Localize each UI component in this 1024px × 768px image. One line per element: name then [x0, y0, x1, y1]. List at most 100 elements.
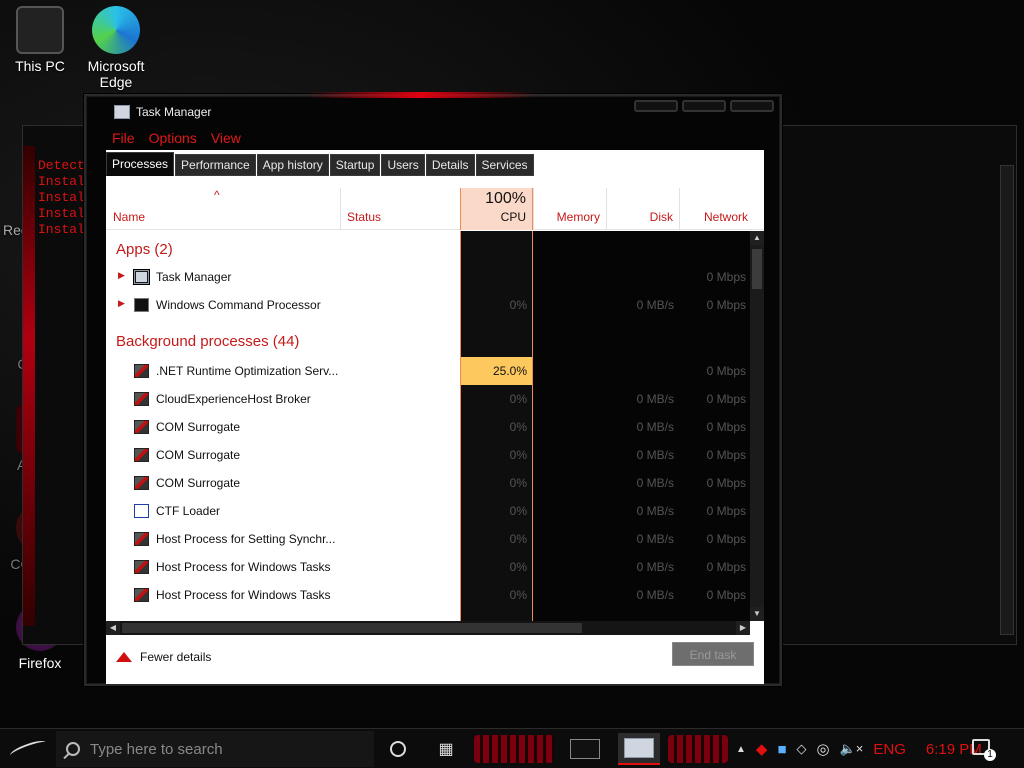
- menu-file[interactable]: File: [112, 130, 135, 146]
- disk-value: 0 MB/s: [636, 448, 674, 462]
- scroll-left-icon[interactable]: ◀: [106, 621, 120, 635]
- volume-muted-icon[interactable]: 🔈×: [840, 741, 864, 757]
- footer: Fewer details End task: [106, 636, 764, 684]
- console-line: Instal: [38, 174, 85, 189]
- network-value: 0 Mbps: [706, 298, 746, 312]
- column-status[interactable]: Status: [340, 188, 460, 230]
- console-scrollbar[interactable]: [1000, 165, 1014, 635]
- console-line: Instal: [38, 222, 85, 237]
- expand-icon[interactable]: ▶: [118, 270, 125, 281]
- maximize-button[interactable]: [682, 100, 726, 112]
- column-name[interactable]: Name: [106, 188, 340, 230]
- task-view-icon: ▦: [438, 741, 454, 758]
- end-task-button[interactable]: End task: [672, 642, 754, 666]
- desktop-icon-label: Firefox: [18, 655, 62, 671]
- chevron-up-icon[interactable]: ▲: [736, 744, 746, 755]
- column-label: Memory: [556, 210, 600, 224]
- table-row[interactable]: COM Surrogate 0% 0 MB/s 0 Mbps: [106, 413, 750, 441]
- table-row[interactable]: Host Process for Windows Tasks 0% 0 MB/s…: [106, 581, 750, 609]
- ctf-loader-icon: [134, 504, 149, 518]
- desktop-icon-this-pc[interactable]: This PC: [0, 6, 80, 74]
- tab-processes[interactable]: Processes: [106, 152, 175, 176]
- cpu-value: 0%: [509, 504, 527, 518]
- language-indicator[interactable]: ENG: [873, 741, 906, 758]
- start-button[interactable]: [0, 729, 56, 768]
- network-value: 0 Mbps: [706, 504, 746, 518]
- table-row[interactable]: CloudExperienceHost Broker 0% 0 MB/s 0 M…: [106, 385, 750, 413]
- cpu-value: 25.0%: [492, 364, 527, 378]
- desktop-icon-label: Microsoft Edge: [87, 58, 145, 90]
- menu-options[interactable]: Options: [149, 130, 197, 146]
- disk-value: 0 MB/s: [636, 504, 674, 518]
- processes-panel: ^ Name Status 100% CPU Memory Disk Netwo…: [106, 176, 764, 684]
- console-line: Instal: [38, 190, 85, 205]
- horizontal-scrollbar[interactable]: ◀ ▶: [106, 621, 750, 635]
- task-manager-window[interactable]: Task Manager File Options View Processes…: [84, 92, 782, 686]
- network-globe-icon[interactable]: ◎: [817, 740, 830, 758]
- tab-performance[interactable]: Performance: [175, 154, 256, 176]
- search-box[interactable]: Type here to search: [56, 731, 374, 767]
- menu-view[interactable]: View: [211, 130, 241, 146]
- network-value: 0 Mbps: [706, 420, 746, 434]
- scroll-thumb[interactable]: [122, 623, 582, 633]
- disk-value: 0 MB/s: [636, 420, 674, 434]
- table-row[interactable]: Host Process for Windows Tasks 0% 0 MB/s…: [106, 553, 750, 581]
- column-network[interactable]: Network: [679, 188, 752, 230]
- network-value: 0 Mbps: [706, 532, 746, 546]
- cortana-icon: [390, 741, 406, 757]
- cpu-value: 0%: [509, 560, 527, 574]
- taskbar-app-command-prompt[interactable]: [564, 733, 606, 765]
- minimize-button[interactable]: [634, 100, 678, 112]
- table-row[interactable]: COM Surrogate 0% 0 MB/s 0 Mbps: [106, 441, 750, 469]
- tab-app-history[interactable]: App history: [256, 154, 329, 176]
- scroll-thumb[interactable]: [752, 249, 762, 289]
- column-memory[interactable]: Memory: [533, 188, 606, 230]
- process-list: Apps (2) ▶ Task Manager 0 Mbps ▶ Windows…: [106, 231, 750, 621]
- rog-icon[interactable]: ◆: [756, 740, 768, 758]
- process-icon: [134, 532, 149, 546]
- tab-services[interactable]: Services: [475, 154, 534, 176]
- console-line: Instal: [38, 206, 85, 221]
- process-name: Host Process for Setting Synchr...: [156, 532, 336, 546]
- process-name: Task Manager: [156, 270, 232, 284]
- process-name: COM Surrogate: [156, 476, 241, 490]
- task-view-button[interactable]: ▦: [428, 729, 464, 768]
- scroll-up-icon[interactable]: ▲: [750, 231, 764, 245]
- tab-users[interactable]: Users: [381, 154, 425, 176]
- menu-bar: File Options View: [106, 128, 764, 148]
- process-icon: [134, 364, 149, 378]
- title-bar[interactable]: Task Manager: [114, 102, 211, 122]
- network-value: 0 Mbps: [706, 476, 746, 490]
- tab-startup[interactable]: Startup: [329, 154, 381, 176]
- column-cpu[interactable]: 100% CPU: [460, 188, 533, 230]
- disk-value: 0 MB/s: [636, 532, 674, 546]
- command-prompt-icon: [570, 739, 600, 759]
- desktop-icon-edge[interactable]: Microsoft Edge: [76, 6, 156, 90]
- table-row[interactable]: .NET Runtime Optimization Serv... 25.0% …: [106, 357, 750, 385]
- table-row[interactable]: ▶ Windows Command Processor 0% 0 MB/s 0 …: [106, 291, 750, 319]
- window-glow: [306, 92, 536, 98]
- desktop-icon-label: This PC: [15, 58, 65, 74]
- expand-icon[interactable]: ▶: [118, 298, 125, 309]
- vertical-scrollbar[interactable]: ▲ ▼: [750, 231, 764, 621]
- cpu-value: 0%: [509, 392, 527, 406]
- tab-details[interactable]: Details: [425, 154, 475, 176]
- app-tray-icon[interactable]: ■: [777, 741, 786, 758]
- disk-value: 0 MB/s: [636, 392, 674, 406]
- scroll-down-icon[interactable]: ▼: [750, 607, 764, 621]
- scroll-right-icon[interactable]: ▶: [736, 621, 750, 635]
- fewer-details-button[interactable]: Fewer details: [116, 650, 211, 664]
- table-row[interactable]: ▶ Task Manager 0 Mbps: [106, 263, 750, 291]
- table-row[interactable]: Host Process for Setting Synchr... 0% 0 …: [106, 525, 750, 553]
- table-row[interactable]: COM Surrogate 0% 0 MB/s 0 Mbps: [106, 469, 750, 497]
- column-disk[interactable]: Disk: [606, 188, 679, 230]
- table-row[interactable]: CTF Loader 0% 0 MB/s 0 Mbps: [106, 497, 750, 525]
- cortana-button[interactable]: [380, 729, 416, 768]
- edge-icon: [92, 6, 140, 54]
- network-value: 0 Mbps: [706, 392, 746, 406]
- console-line: Detect: [38, 158, 85, 173]
- dropbox-icon[interactable]: ◇: [797, 741, 807, 757]
- taskbar-app-task-manager[interactable]: [618, 733, 660, 765]
- cpu-value: 0%: [509, 420, 527, 434]
- close-button[interactable]: [730, 100, 774, 112]
